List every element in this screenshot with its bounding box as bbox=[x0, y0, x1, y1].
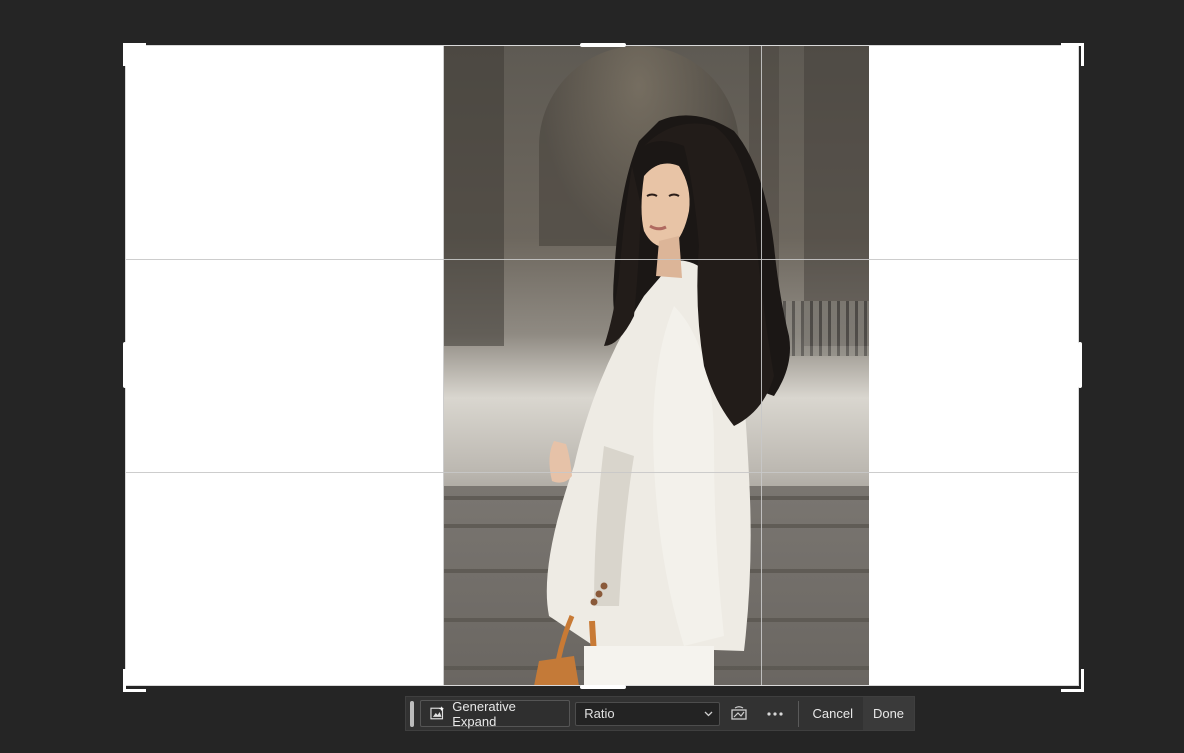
done-button[interactable]: Done bbox=[862, 697, 915, 730]
taskbar-grip[interactable] bbox=[410, 700, 414, 727]
grid-line-v2 bbox=[761, 46, 762, 686]
generative-expand-icon bbox=[430, 706, 445, 720]
photo-layer bbox=[444, 46, 869, 686]
crop-canvas[interactable] bbox=[126, 46, 1079, 686]
crop-handle-left[interactable] bbox=[123, 342, 127, 388]
ratio-select-value: Ratio bbox=[584, 706, 615, 721]
straighten-icon bbox=[730, 705, 747, 720]
grid-line-h2 bbox=[126, 472, 1079, 473]
more-options-button[interactable] bbox=[757, 697, 794, 731]
more-icon bbox=[767, 711, 783, 716]
generative-expand-label: Generative Expand bbox=[452, 698, 516, 729]
cancel-button[interactable]: Cancel bbox=[802, 697, 862, 731]
toolbar-separator bbox=[797, 700, 799, 727]
chevron-down-icon bbox=[704, 711, 713, 716]
woman-figure bbox=[534, 115, 790, 686]
grid-line-v1 bbox=[443, 46, 444, 686]
generative-expand-button[interactable]: Generative Expand bbox=[419, 698, 571, 729]
ratio-select[interactable]: Ratio bbox=[575, 701, 721, 726]
crop-handle-bottom-right[interactable] bbox=[1061, 669, 1084, 692]
crop-handle-top[interactable] bbox=[580, 43, 626, 47]
crop-handle-right[interactable] bbox=[1078, 342, 1082, 388]
grid-line-h1 bbox=[126, 259, 1079, 260]
straighten-button[interactable] bbox=[720, 697, 757, 731]
contextual-taskbar: Generative Expand Ratio Cancel Done bbox=[405, 696, 915, 731]
crop-handle-bottom[interactable] bbox=[580, 685, 626, 689]
crop-handle-top-right[interactable] bbox=[1061, 43, 1084, 66]
crop-handle-top-left[interactable] bbox=[123, 43, 146, 66]
crop-handle-bottom-left[interactable] bbox=[123, 669, 146, 692]
